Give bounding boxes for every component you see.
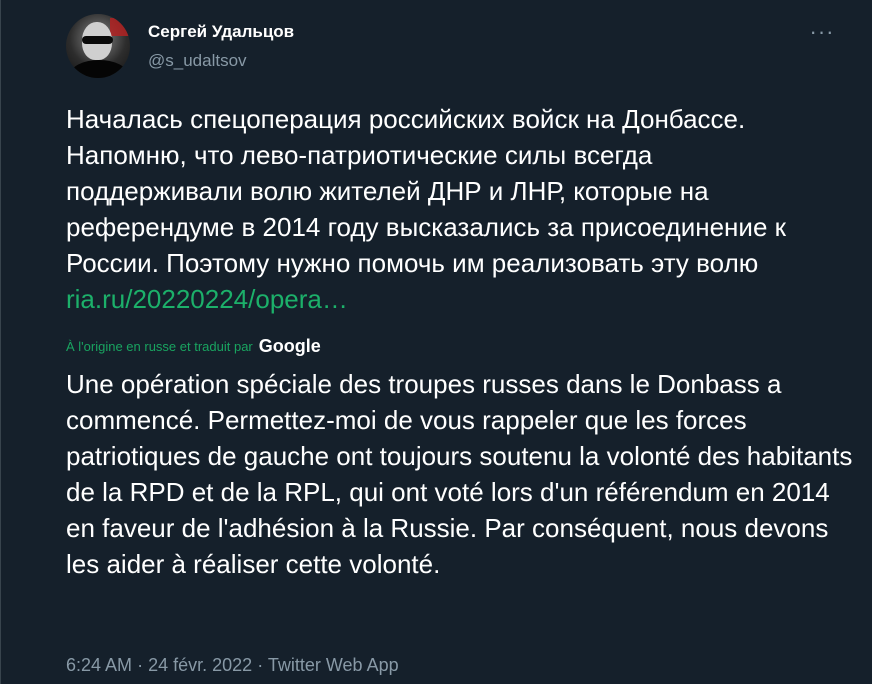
author-handle[interactable]: @s_udaltsov: [148, 51, 247, 71]
tweet-source[interactable]: Twitter Web App: [268, 655, 399, 675]
tweet-card: Сергей Удальцов @s_udaltsov ··· Началась…: [0, 0, 872, 684]
author-name[interactable]: Сергей Удальцов: [148, 22, 294, 42]
tweet-metadata: 6:24 AM · 24 févr. 2022 · Twitter Web Ap…: [66, 655, 399, 676]
translation-notice: À l'origine en russe et traduit par Goog…: [66, 336, 321, 356]
tweet-text: Началась спецоперация российских войск н…: [66, 101, 836, 317]
more-dots-icon: ···: [809, 19, 835, 44]
tweet-header: Сергей Удальцов @s_udaltsov ···: [66, 14, 856, 80]
tweet-time[interactable]: 6:24 AM: [66, 655, 132, 675]
sunglasses-icon: [82, 36, 113, 44]
left-divider: [0, 0, 1, 684]
translation-notice-text: À l'origine en russe et traduit par: [66, 338, 253, 354]
avatar-shirt: [70, 60, 128, 78]
tweet-body: Началась спецоперация российских войск н…: [66, 104, 787, 278]
avatar-background-detail: [110, 18, 130, 36]
tweet-date[interactable]: 24 févr. 2022: [148, 655, 252, 675]
more-options-button[interactable]: ···: [808, 18, 836, 46]
meta-separator: ·: [257, 655, 264, 675]
avatar[interactable]: [66, 14, 130, 78]
meta-separator: ·: [137, 655, 144, 675]
translated-text: Une opération spéciale des troupes russe…: [66, 369, 853, 579]
article-link[interactable]: ria.ru/20220224/opera…: [66, 284, 348, 314]
google-logo[interactable]: Google: [259, 337, 321, 355]
